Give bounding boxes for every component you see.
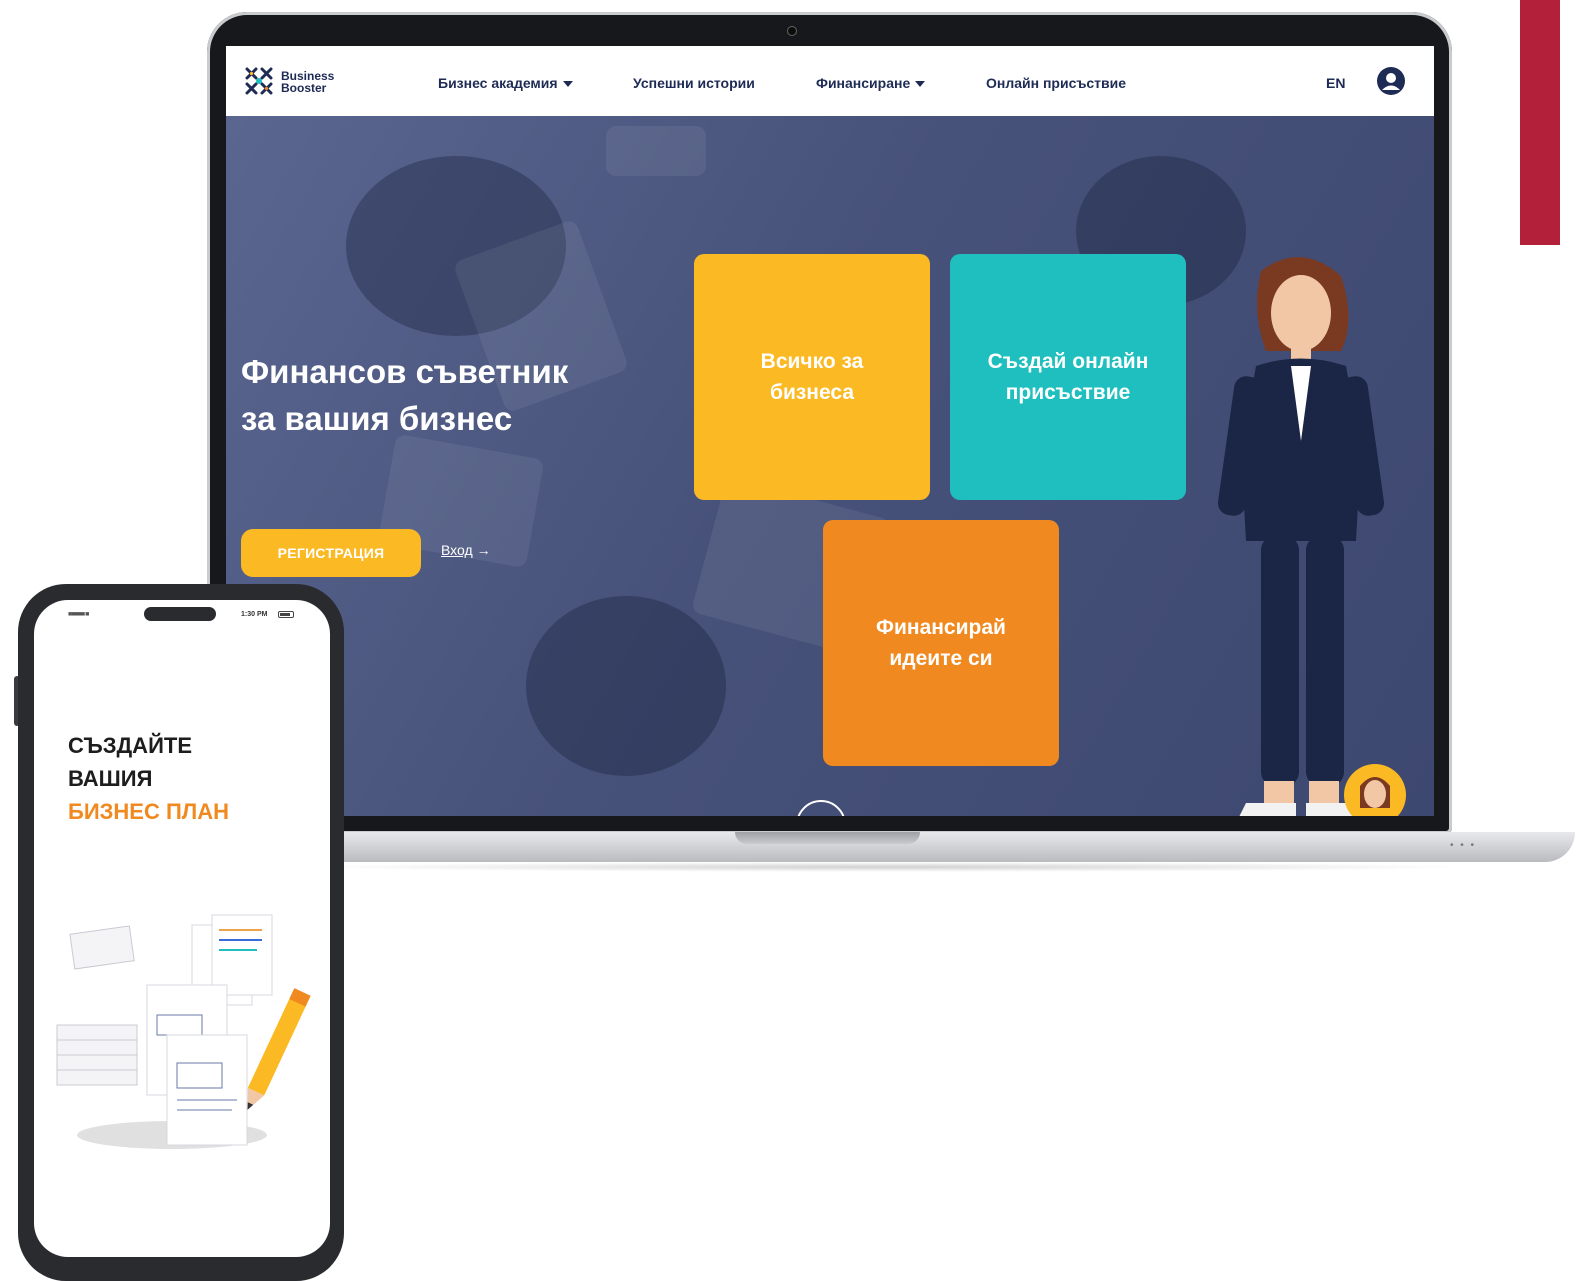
nav-item-business-academy[interactable]: Бизнес академия [438,75,573,91]
tile-label-line-1: Създай онлайн [987,350,1149,373]
arrow-down-icon[interactable]: ↓ [796,800,846,816]
status-time: 1:30 PM [241,611,268,618]
caret-down-icon [562,81,573,88]
accent-bar [1520,0,1560,245]
nav-item-label: Онлайн присъствие [986,75,1127,91]
login-label: Вход [441,542,473,558]
hero-title-line-1: Финансов съветник [241,353,569,390]
laptop-shadow [300,862,1480,872]
business-booster-logo-icon[interactable] [244,66,274,96]
hero-section: Финансов съветник за вашия бизнес РЕГИСТ… [226,116,1434,816]
nav-item-label: Успешни истории [633,75,755,91]
background-cup-shape [606,126,706,176]
laptop-notch [735,832,920,844]
battery-icon [278,611,294,618]
tile-label-line-2: присъствие [1005,381,1131,404]
tile-label-line-1: Всичко за [760,350,864,373]
signal-icon: ■■■■■ ■ [68,611,89,618]
virtual-assistant-illustration [1217,257,1385,816]
tile-finance-ideas[interactable]: Финансирай идеите си [823,520,1059,766]
tile-label-line-1: Финансирай [876,616,1006,639]
language-switch[interactable]: EN [1326,75,1345,91]
phone-title: СЪЗДАЙТЕ ВАШИЯ БИЗНЕС ПЛАН [68,729,229,828]
login-link[interactable]: Вход → [441,542,491,558]
chat-assistant-avatar[interactable] [1344,764,1406,816]
user-avatar-icon[interactable] [1376,66,1406,96]
background-person-shape [526,596,726,776]
nav-item-label: Бизнес академия [438,75,558,91]
tile-label-line-2: идеите си [889,647,993,670]
tile-create-online-presence[interactable]: Създай онлайн присъствие [950,254,1186,500]
laptop-camera [787,26,797,36]
nav-item-label: Финансиране [816,75,911,91]
hero-title: Финансов съветник за вашия бизнес [241,348,661,442]
caret-down-icon [915,81,926,88]
hero-title-line-2: за вашия бизнес [241,400,513,437]
laptop-screen: Business Booster Бизнес академия Успешни… [226,46,1434,816]
tile-all-about-business[interactable]: Всичко за бизнеса [694,254,930,500]
logo-line-2: Booster [281,81,327,95]
tile-label-line-2: бизнеса [769,381,855,404]
business-plan-documents-illustration [56,914,311,1149]
assistant-face-icon [1360,777,1390,808]
phone-title-line-3: БИЗНЕС ПЛАН [68,799,229,824]
top-navigation: Business Booster Бизнес академия Успешни… [226,46,1434,116]
nav-item-online-presence[interactable]: Онлайн присъствие [986,75,1126,91]
nav-item-financing[interactable]: Финансиране [816,75,926,91]
laptop-indicator-dots: • • • [1450,840,1477,851]
arrow-right-icon: → [476,542,491,558]
phone-title-line-1: СЪЗДАЙТЕ [68,733,192,758]
phone-title-line-2: ВАШИЯ [68,766,153,791]
register-button[interactable]: РЕГИСТРАЦИЯ [241,529,421,577]
nav-item-success-stories[interactable]: Успешни истории [633,75,755,91]
logo-text[interactable]: Business Booster [281,70,361,94]
phone-speaker [144,607,216,621]
